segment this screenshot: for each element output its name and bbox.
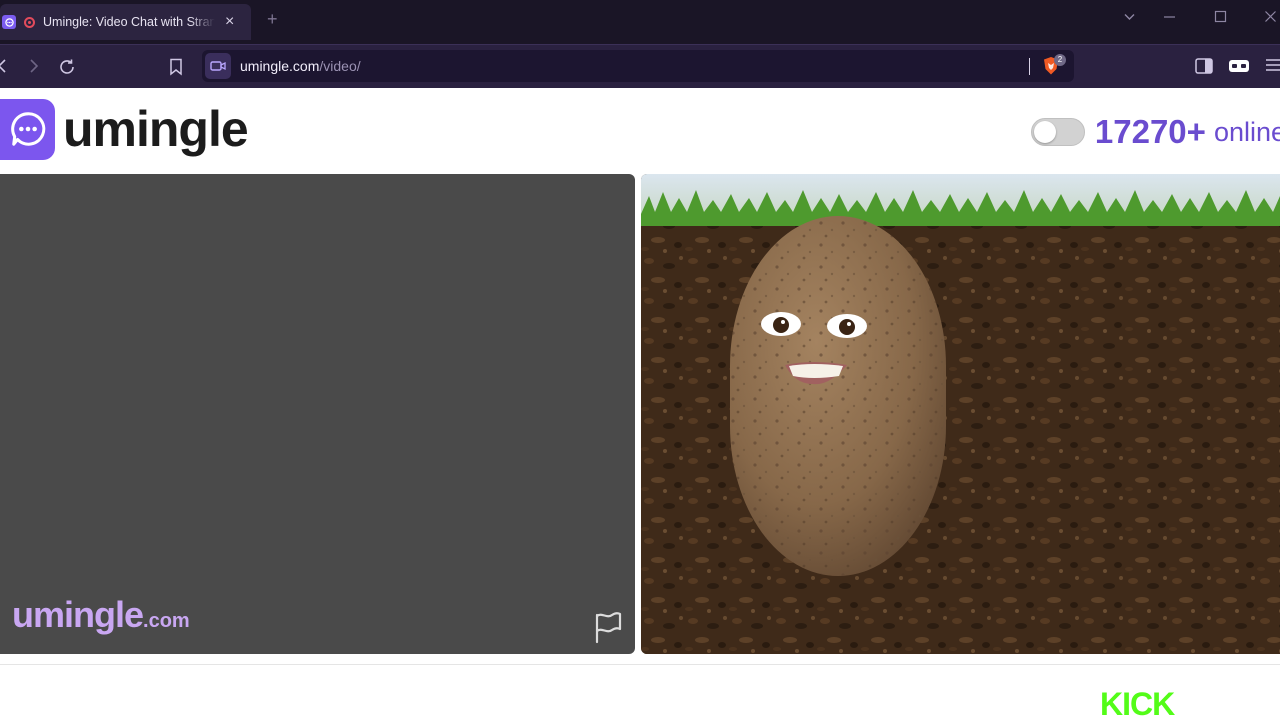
address-bar[interactable]: umingle.com/video/ 2 xyxy=(202,50,1074,82)
minimize-icon[interactable] xyxy=(1163,10,1176,25)
local-video-pane: umingle.com xyxy=(0,174,635,654)
browser-tab-umingle[interactable]: Umingle: Video Chat with Strangers × xyxy=(0,4,251,40)
recording-indicator-icon xyxy=(24,16,35,28)
remote-video-frame xyxy=(641,174,1280,654)
new-tab-button[interactable]: + xyxy=(267,10,278,28)
watermark-suffix: .com xyxy=(143,610,190,632)
back-arrow-icon[interactable] xyxy=(0,58,10,78)
footer-divider xyxy=(0,664,1280,665)
forward-arrow-icon[interactable] xyxy=(27,58,41,78)
kick-ad-logo[interactable]: KICK xyxy=(1100,688,1175,720)
brand-name: umingle xyxy=(63,101,249,157)
url-domain: umingle.com xyxy=(240,58,320,74)
tab-close-icon[interactable]: × xyxy=(225,14,234,30)
brave-shields-count-badge: 2 xyxy=(1054,54,1066,66)
reload-icon[interactable] xyxy=(58,58,76,80)
tab-list-chevron-icon[interactable] xyxy=(1123,10,1136,25)
remote-video-pane xyxy=(641,174,1280,654)
maximize-icon[interactable] xyxy=(1214,10,1227,25)
url-path: /video/ xyxy=(319,58,361,74)
tab-title: Umingle: Video Chat with Strangers xyxy=(43,15,215,29)
browser-tab-bar: Umingle: Video Chat with Strangers × + xyxy=(0,0,1280,44)
potato-avatar xyxy=(730,216,946,576)
vpn-glasses-icon[interactable] xyxy=(1229,60,1249,76)
close-window-icon[interactable] xyxy=(1264,10,1277,25)
online-counter: 17270+ online xyxy=(1030,112,1280,152)
online-count: 17270+ xyxy=(1094,113,1206,150)
online-label: online xyxy=(1213,116,1280,147)
theme-toggle[interactable] xyxy=(1030,118,1085,146)
bookmark-icon[interactable] xyxy=(169,58,183,80)
browser-toolbar: umingle.com/video/ 2 xyxy=(0,44,1280,88)
site-logo[interactable]: umingle xyxy=(0,98,249,160)
menu-hamburger-icon[interactable] xyxy=(1265,58,1280,76)
chat-bubble-icon xyxy=(0,98,55,160)
camera-site-icon[interactable] xyxy=(205,53,231,79)
watermark-main: umingle xyxy=(12,594,144,635)
sidebar-toggle-icon[interactable] xyxy=(1195,58,1213,78)
url-divider xyxy=(1029,58,1030,75)
url-text: umingle.com/video/ xyxy=(240,58,361,74)
umingle-favicon-icon xyxy=(2,15,16,29)
toggle-knob xyxy=(1033,121,1056,143)
report-flag-icon[interactable] xyxy=(592,610,624,644)
umingle-watermark: umingle.com xyxy=(12,594,190,636)
